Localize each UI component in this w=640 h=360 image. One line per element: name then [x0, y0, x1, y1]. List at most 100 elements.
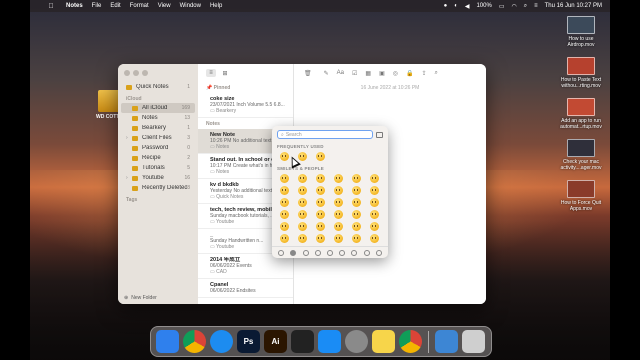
note-item[interactable]: coke size 23/07/2021 Inch Volume 5.5 6.8.…: [198, 93, 293, 118]
emoji-cell[interactable]: [277, 173, 291, 184]
note-item[interactable]: Cpanel 06/06/2022 Endsites: [198, 279, 293, 298]
trash-icon[interactable]: [462, 330, 485, 353]
emoji-cell[interactable]: [313, 173, 327, 184]
emoji-cell[interactable]: [349, 221, 363, 232]
emoji-cell[interactable]: [331, 233, 345, 244]
gallery-view-icon[interactable]: ⊞: [220, 69, 230, 77]
emoji-cell[interactable]: [331, 197, 345, 208]
category-flags-icon[interactable]: [375, 249, 382, 256]
category-objects-icon[interactable]: [351, 249, 358, 256]
sidebar-item[interactable]: Recently Deleted 8: [121, 183, 195, 193]
menu-clock[interactable]: Thu 16 Jun 10:27 PM: [545, 3, 602, 9]
category-food-icon[interactable]: [314, 249, 321, 256]
sidebar-item-quick-notes[interactable]: Quick Notes 1: [121, 82, 195, 92]
table-icon[interactable]: ▦: [365, 70, 371, 77]
emoji-cell[interactable]: [367, 233, 381, 244]
category-symbols-icon[interactable]: [363, 249, 370, 256]
expand-character-viewer-icon[interactable]: [376, 131, 383, 138]
apple-menu-icon[interactable]: : [44, 3, 58, 10]
emoji-cell[interactable]: [331, 221, 345, 232]
emoji-cell[interactable]: [331, 209, 345, 220]
emoji-cell[interactable]: [313, 209, 327, 220]
delete-note-icon[interactable]: 🗑: [304, 70, 312, 77]
search-icon[interactable]: ⌕: [435, 70, 438, 77]
sidebar-item[interactable]: Recipe 2: [121, 153, 195, 163]
system-preferences-icon[interactable]: [345, 330, 368, 353]
emoji-cell[interactable]: [277, 221, 291, 232]
battery-icon[interactable]: ▭: [499, 3, 505, 10]
emoji-cell[interactable]: [331, 185, 345, 196]
emoji-cell[interactable]: [367, 209, 381, 220]
category-smileys-icon[interactable]: [290, 249, 297, 256]
menu-app-name[interactable]: Notes: [66, 3, 83, 9]
minimize-window-button[interactable]: [133, 70, 139, 76]
menu-window[interactable]: Window: [180, 3, 201, 9]
volume-icon[interactable]: ◀: [465, 3, 470, 10]
emoji-cell[interactable]: [295, 173, 309, 184]
sidebar-item[interactable]: Bearkery 1: [121, 123, 195, 133]
emoji-cell[interactable]: [277, 209, 291, 220]
compose-icon[interactable]: ✎: [324, 70, 329, 77]
list-view-icon[interactable]: ≡: [206, 69, 216, 77]
media-icon[interactable]: ▣: [379, 70, 385, 77]
chrome-icon[interactable]: [183, 330, 206, 353]
emoji-cell[interactable]: [349, 197, 363, 208]
desktop-file[interactable]: Check your mac activity....ager.mov: [556, 139, 606, 171]
new-folder-button[interactable]: ⊕ New Folder: [124, 295, 157, 301]
desktop-file[interactable]: How to Paste Text withou...rting.mov: [556, 57, 606, 89]
wifi-extra-icon[interactable]: ◐: [454, 3, 458, 9]
emoji-cell[interactable]: [313, 221, 327, 232]
downloads-folder-icon[interactable]: [435, 330, 458, 353]
sidebar-item[interactable]: Notes 13: [121, 113, 195, 123]
final-cut-icon[interactable]: [291, 330, 314, 353]
zoom-window-button[interactable]: [142, 70, 148, 76]
emoji-cell[interactable]: [349, 233, 363, 244]
category-recent-icon[interactable]: [278, 249, 285, 256]
emoji-cell[interactable]: [313, 185, 327, 196]
emoji-cell[interactable]: [367, 197, 381, 208]
finder-icon[interactable]: [156, 330, 179, 353]
record-icon[interactable]: ●: [444, 3, 448, 9]
lock-icon[interactable]: 🔒: [406, 70, 413, 77]
notes-icon[interactable]: [372, 330, 395, 353]
menu-format[interactable]: Format: [130, 3, 149, 9]
emoji-cell[interactable]: [367, 185, 381, 196]
control-center-icon[interactable]: ≡: [534, 3, 538, 9]
sidebar-item[interactable]: All iCloud 169: [121, 103, 195, 113]
wifi-icon[interactable]: ◠: [511, 3, 516, 10]
category-travel-icon[interactable]: [339, 249, 346, 256]
emoji-cell[interactable]: [313, 151, 327, 162]
category-activity-icon[interactable]: [326, 249, 333, 256]
sidebar-item[interactable]: › Client Files 3: [121, 133, 195, 143]
menu-edit[interactable]: Edit: [110, 3, 120, 9]
emoji-cell[interactable]: [313, 197, 327, 208]
emoji-cell[interactable]: [295, 197, 309, 208]
emoji-cell[interactable]: [277, 233, 291, 244]
category-animals-icon[interactable]: [302, 249, 309, 256]
desktop-file[interactable]: How to use Airdrop.mov: [556, 16, 606, 48]
emoji-cell[interactable]: [367, 173, 381, 184]
menu-help[interactable]: Help: [210, 3, 222, 9]
safari-icon[interactable]: [210, 330, 233, 353]
emoji-cell[interactable]: [313, 233, 327, 244]
sidebar-item[interactable]: Password 0: [121, 143, 195, 153]
desktop-file[interactable]: How to Force Quit Apps.mov: [556, 180, 606, 212]
emoji-cell[interactable]: [295, 209, 309, 220]
format-button[interactable]: Aa: [337, 70, 344, 76]
emoji-cell[interactable]: [349, 185, 363, 196]
emoji-cell[interactable]: [295, 185, 309, 196]
desktop-file[interactable]: Add an app to run automat...rtup.mov: [556, 98, 606, 130]
emoji-cell[interactable]: [277, 197, 291, 208]
emoji-cell[interactable]: [295, 221, 309, 232]
emoji-cell[interactable]: [277, 185, 291, 196]
chrome-canary-icon[interactable]: [399, 330, 422, 353]
app-store-icon[interactable]: [318, 330, 341, 353]
checklist-icon[interactable]: ☑: [352, 70, 357, 77]
menu-view[interactable]: View: [158, 3, 171, 9]
close-window-button[interactable]: [124, 70, 130, 76]
emoji-cell[interactable]: [367, 221, 381, 232]
spotlight-icon[interactable]: ⌕: [524, 3, 527, 10]
share-icon[interactable]: ⇪: [421, 70, 426, 77]
collaborate-icon[interactable]: ◎: [393, 70, 398, 77]
sidebar-item[interactable]: Tutorials 5: [121, 163, 195, 173]
